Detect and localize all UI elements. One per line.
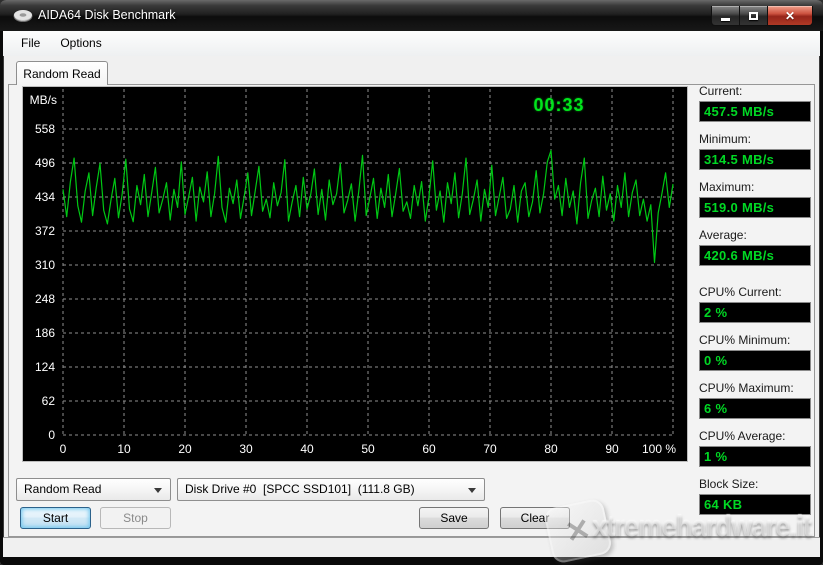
stat-group: CPU% Average: 1 % bbox=[699, 429, 811, 467]
stat-group: Current: 457.5 MB/s bbox=[699, 84, 811, 122]
maximize-button[interactable] bbox=[740, 6, 767, 26]
svg-text:0: 0 bbox=[60, 442, 67, 456]
save-button[interactable]: Save bbox=[419, 507, 489, 529]
window-bottom-border bbox=[0, 557, 823, 565]
chevron-down-icon bbox=[468, 488, 476, 493]
menu-item-file[interactable]: File bbox=[11, 31, 50, 56]
stat-value-field: 6 % bbox=[699, 398, 811, 419]
close-icon: ✕ bbox=[785, 9, 795, 23]
svg-text:62: 62 bbox=[42, 394, 56, 408]
svg-text:20: 20 bbox=[178, 442, 192, 456]
svg-text:70: 70 bbox=[483, 442, 497, 456]
minimize-icon bbox=[721, 18, 730, 21]
svg-text:496: 496 bbox=[35, 156, 55, 170]
stat-value-field: 314.5 MB/s bbox=[699, 149, 811, 170]
stat-value-field: 2 % bbox=[699, 302, 811, 323]
stop-button[interactable]: Stop bbox=[100, 507, 171, 529]
drive-value: Disk Drive #0 [SPCC SSD101] (111.8 GB) bbox=[185, 482, 415, 496]
svg-text:0: 0 bbox=[48, 428, 55, 442]
stat-label: CPU% Average: bbox=[699, 429, 811, 444]
stat-label: CPU% Minimum: bbox=[699, 333, 811, 348]
svg-text:100 %: 100 % bbox=[642, 442, 676, 456]
chart-area: MB/s 0 62 124 186 248 310 372 434 496 558 0 10 20 30 40… bbox=[22, 86, 688, 462]
app-window: AIDA64 Disk Benchmark ✕ FileOptions Rand… bbox=[0, 0, 823, 565]
stat-label: Average: bbox=[699, 228, 811, 243]
stat-group: Minimum: 314.5 MB/s bbox=[699, 132, 811, 170]
test-type-value: Random Read bbox=[24, 482, 101, 496]
stats-panel: Current: 457.5 MB/s Minimum: 314.5 MB/s Maxi… bbox=[699, 84, 811, 525]
svg-text:310: 310 bbox=[35, 258, 55, 272]
start-button[interactable]: Start bbox=[20, 507, 91, 529]
minimize-button[interactable] bbox=[711, 6, 740, 26]
elapsed-time: 00:33 bbox=[511, 95, 607, 116]
stat-label: Maximum: bbox=[699, 180, 811, 195]
title-bar[interactable]: AIDA64 Disk Benchmark ✕ bbox=[0, 0, 823, 31]
maximize-icon bbox=[749, 12, 758, 20]
stat-group: CPU% Minimum: 0 % bbox=[699, 333, 811, 371]
svg-text:MB/s: MB/s bbox=[30, 93, 57, 107]
svg-text:186: 186 bbox=[35, 326, 55, 340]
stat-group: Average: 420.6 MB/s bbox=[699, 228, 811, 266]
svg-text:372: 372 bbox=[35, 224, 55, 238]
tab-label: Random Read bbox=[23, 67, 100, 81]
stat-value-field: 420.6 MB/s bbox=[699, 245, 811, 266]
stat-label: CPU% Maximum: bbox=[699, 381, 811, 396]
svg-text:50: 50 bbox=[361, 442, 375, 456]
test-type-dropdown[interactable]: Random Read bbox=[16, 478, 171, 501]
stat-label: CPU% Current: bbox=[699, 285, 811, 300]
svg-text:80: 80 bbox=[544, 442, 558, 456]
stat-group: CPU% Maximum: 6 % bbox=[699, 381, 811, 419]
stat-group: CPU% Current: 2 % bbox=[699, 285, 811, 323]
stat-value-field: 0 % bbox=[699, 350, 811, 371]
svg-text:90: 90 bbox=[605, 442, 619, 456]
stat-label: Current: bbox=[699, 84, 811, 99]
status-bar bbox=[3, 537, 820, 557]
app-icon-hard-disk bbox=[13, 9, 33, 23]
stat-value-field: 457.5 MB/s bbox=[699, 101, 811, 122]
svg-text:60: 60 bbox=[422, 442, 436, 456]
menu-bar: FileOptions bbox=[3, 31, 820, 56]
close-button[interactable]: ✕ bbox=[767, 6, 813, 26]
drive-dropdown[interactable]: Disk Drive #0 [SPCC SSD101] (111.8 GB) bbox=[177, 478, 485, 501]
stat-label: Minimum: bbox=[699, 132, 811, 147]
tab-random-read[interactable]: Random Read bbox=[16, 61, 108, 85]
chevron-down-icon bbox=[154, 488, 162, 493]
stat-value-field: 519.0 MB/s bbox=[699, 197, 811, 218]
svg-text:30: 30 bbox=[239, 442, 253, 456]
menu-item-options[interactable]: Options bbox=[50, 31, 111, 56]
stat-group: Block Size: 64 KB bbox=[699, 477, 811, 515]
svg-text:10: 10 bbox=[117, 442, 131, 456]
svg-text:124: 124 bbox=[35, 360, 55, 374]
stat-value-field: 64 KB bbox=[699, 494, 811, 515]
clear-button[interactable]: Clear bbox=[500, 507, 570, 529]
svg-text:434: 434 bbox=[35, 190, 55, 204]
stat-value-field: 1 % bbox=[699, 446, 811, 467]
svg-text:558: 558 bbox=[35, 122, 55, 136]
stat-group: Maximum: 519.0 MB/s bbox=[699, 180, 811, 218]
page-title: AIDA64 Disk Benchmark bbox=[38, 8, 176, 22]
stat-label: Block Size: bbox=[699, 477, 811, 492]
caption-buttons: ✕ bbox=[711, 6, 813, 26]
benchmark-line-chart: MB/s 0 62 124 186 248 310 372 434 496 558 0 10 20 30 40… bbox=[23, 87, 687, 461]
svg-text:40: 40 bbox=[300, 442, 314, 456]
svg-text:248: 248 bbox=[35, 292, 55, 306]
